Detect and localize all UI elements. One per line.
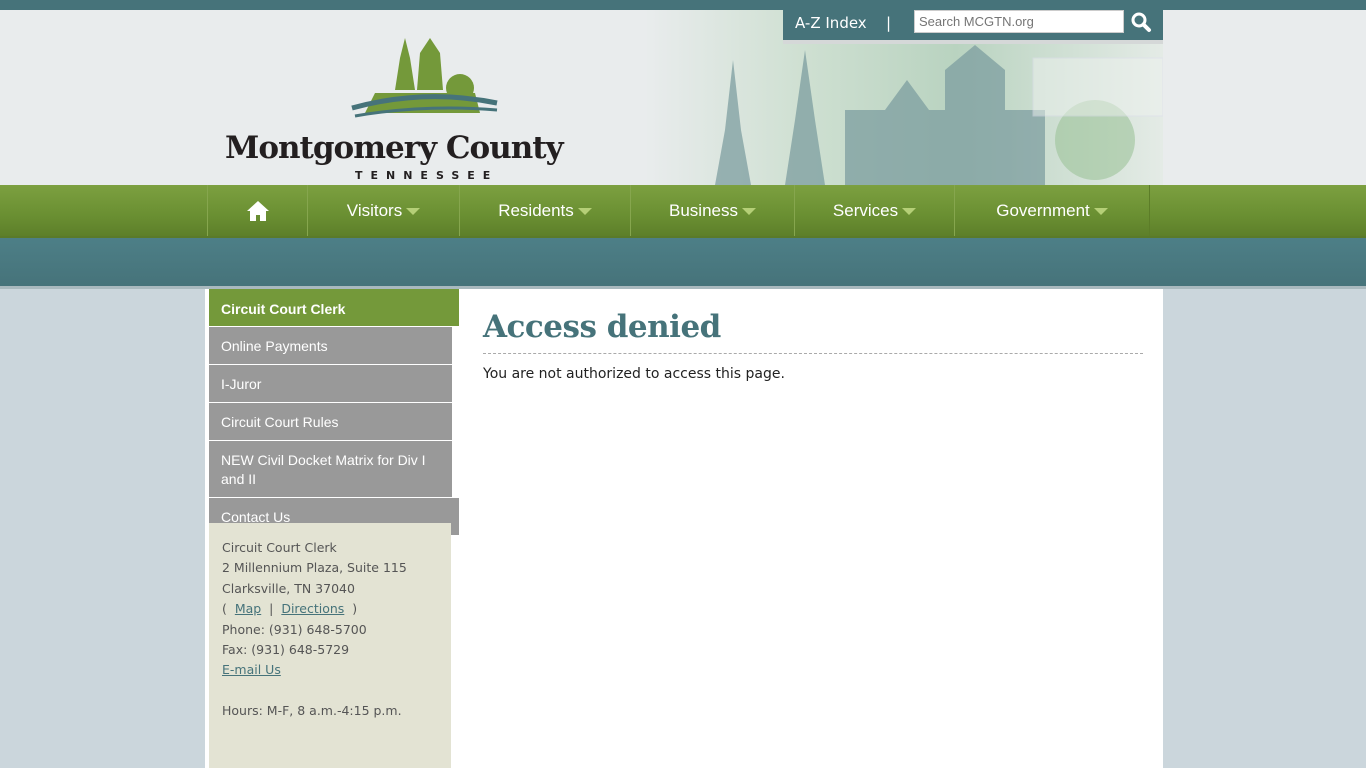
search-button[interactable] [1129,10,1153,34]
email-link[interactable]: E-mail Us [222,662,281,677]
logo-subtitle: TENNESSEE [355,169,499,182]
separator: | [886,14,892,32]
sidebar: Circuit Court Clerk Online Payments I-Ju… [209,289,459,535]
sidebar-title[interactable]: Circuit Court Clerk [209,289,459,326]
directions-link[interactable]: Directions [281,601,344,616]
nav-label: Services [832,200,899,220]
hours: Hours: M-F, 8 a.m.-4:15 p.m. [222,702,402,718]
contact-box: Circuit Court Clerk 2 Millennium Plaza, … [209,523,451,768]
teal-band [0,238,1366,289]
nav-residents[interactable]: Residents [459,185,631,236]
caret-down-icon [741,208,756,215]
street-address: 2 Millennium Plaza, Suite 115 [222,560,407,576]
map-links: ( Map | Directions ) [222,601,358,617]
map-link[interactable]: Map [235,601,261,616]
sidebar-item-civil-docket-matrix[interactable]: NEW Civil Docket Matrix for Div I and II [209,440,452,497]
home-icon [246,200,269,221]
main-nav: Visitors Residents Business Services Gov… [0,185,1366,238]
nav-business[interactable]: Business [630,185,795,236]
sidebar-item-circuit-court-rules[interactable]: Circuit Court Rules [209,402,452,440]
office-name: Circuit Court Clerk [222,540,337,555]
nav-visitors[interactable]: Visitors [307,185,460,236]
main-content: Access denied You are not authorized to … [483,309,1143,382]
search-icon [1131,12,1151,32]
nav-label: Visitors [346,200,403,220]
nav-home[interactable] [207,185,308,236]
access-message: You are not authorized to access this pa… [483,366,785,382]
content-wrapper: Circuit Court Clerk Online Payments I-Ju… [205,289,1163,768]
county-logo[interactable]: Montgomery County TENNESSEE [225,28,630,182]
nav-services[interactable]: Services [794,185,955,236]
fax: Fax: (931) 648-5729 [222,642,350,658]
caret-down-icon [406,208,421,215]
utility-bar: A-Z Index | [783,10,1163,40]
az-index-link[interactable]: A-Z Index [795,12,867,34]
caret-down-icon [1093,208,1108,215]
logo-title: Montgomery County [225,130,564,166]
top-bar [0,0,1366,10]
page-title: Access denied [483,309,1143,354]
nav-government[interactable]: Government [954,185,1150,236]
nav-label: Residents [498,200,574,220]
city-address: Clarksville, TN 37040 [222,580,355,596]
nav-label: Business [669,200,738,220]
search-input[interactable] [914,10,1124,33]
caret-down-icon [577,208,592,215]
sidebar-item-i-juror[interactable]: I-Juror [209,364,452,402]
phone: Phone: (931) 648-5700 [222,621,367,637]
sidebar-item-online-payments[interactable]: Online Payments [209,326,452,364]
caret-down-icon [902,208,917,215]
nav-label: Government [996,200,1090,220]
